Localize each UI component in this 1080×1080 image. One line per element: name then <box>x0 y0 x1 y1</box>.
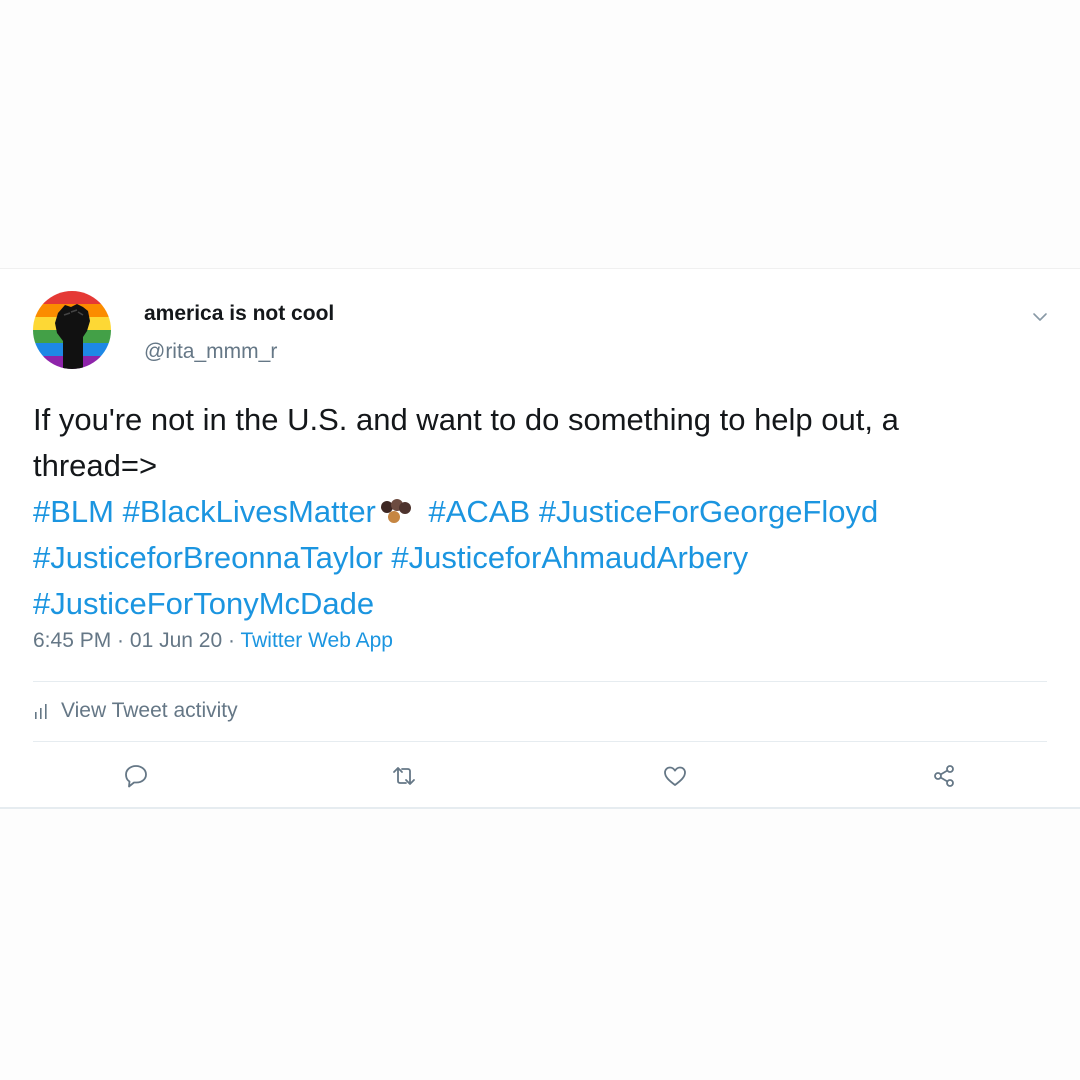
reply-icon[interactable] <box>122 762 150 790</box>
view-tweet-activity-link[interactable]: View Tweet activity <box>33 699 238 723</box>
tweet-text-line: If you're not in the U.S. and want to do… <box>33 402 899 437</box>
tweet-text-line: thread=> <box>33 448 158 483</box>
hashtag-link[interactable]: #BlackLivesMatter <box>123 494 376 529</box>
hashtag-line: #JusticeforBreonnaTaylor #JusticeforAhma… <box>33 535 1053 581</box>
avatar[interactable] <box>33 291 111 369</box>
tweet-text: If you're not in the U.S. and want to do… <box>33 397 1053 627</box>
tweet-card[interactable]: america is not cool @rita_mmm_r If you'r… <box>0 268 1080 809</box>
meta-separator: · <box>222 629 241 652</box>
raised-fist-rainbow-icon <box>33 291 111 369</box>
chevron-down-icon[interactable] <box>1030 307 1050 327</box>
heart-icon[interactable] <box>661 762 689 790</box>
user-handle[interactable]: @rita_mmm_r <box>144 340 277 364</box>
meta-separator: · <box>111 629 130 652</box>
retweet-icon[interactable] <box>390 762 418 790</box>
tweet-date[interactable]: 01 Jun 20 <box>130 629 222 652</box>
tweet-time[interactable]: 6:45 PM <box>33 629 111 652</box>
page: america is not cool @rita_mmm_r If you'r… <box>0 0 1080 1080</box>
brown-dots-emoji-icon <box>378 498 414 526</box>
bar-chart-icon <box>35 704 47 719</box>
hashtag-line: #JusticeForTonyMcDade <box>33 581 1053 627</box>
divider <box>33 681 1047 682</box>
activity-label: View Tweet activity <box>61 699 238 722</box>
share-icon[interactable] <box>930 762 958 790</box>
hashtag-link[interactable]: #ACAB <box>429 494 531 529</box>
tweet-source[interactable]: Twitter Web App <box>240 629 393 652</box>
hashtag-line: #BLM #BlackLivesMatter #ACAB #JusticeFor… <box>33 489 1053 535</box>
hashtag-link[interactable]: #JusticeForGeorgeFloyd <box>539 494 878 529</box>
hashtag-link[interactable]: #JusticeforAhmaudArbery <box>391 540 748 575</box>
display-name[interactable]: america is not cool <box>144 302 334 326</box>
divider <box>33 741 1047 742</box>
hashtag-link[interactable]: #JusticeforBreonnaTaylor <box>33 540 383 575</box>
tweet-meta: 6:45 PM · 01 Jun 20 · Twitter Web App <box>33 629 393 653</box>
hashtag-link[interactable]: #JusticeForTonyMcDade <box>33 586 374 621</box>
hashtag-link[interactable]: #BLM <box>33 494 114 529</box>
